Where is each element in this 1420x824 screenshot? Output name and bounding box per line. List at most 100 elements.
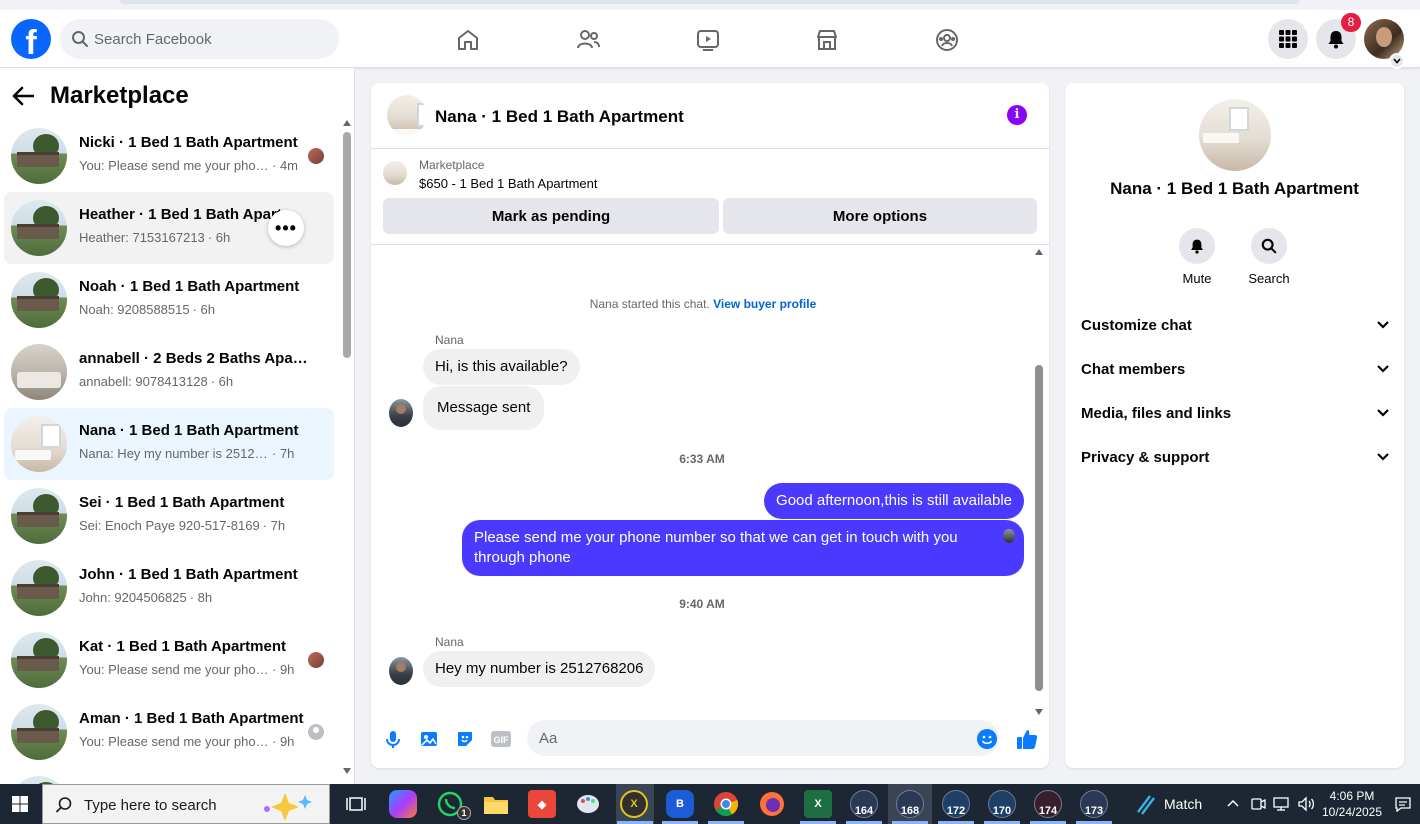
details-section-row[interactable]: Customize chat: [1081, 305, 1390, 345]
facebook-logo[interactable]: f: [11, 19, 51, 59]
listing-thumbnail[interactable]: [383, 161, 407, 185]
conversation-row[interactable]: Sei · 1 Bed 1 Bath Apartment Sei: Enoch P…: [4, 480, 334, 552]
video-icon: [697, 30, 719, 51]
volume-icon[interactable]: [1297, 796, 1315, 812]
excel-app[interactable]: X: [804, 790, 832, 818]
conversation-row[interactable]: Aman · 1 Bed 1 Bath Apartment You: Please…: [4, 696, 334, 768]
info-icon[interactable]: i: [1007, 105, 1027, 125]
cricket-app[interactable]: [1132, 790, 1160, 818]
chrome-app[interactable]: [712, 790, 740, 818]
more-options-button[interactable]: More options: [723, 198, 1037, 234]
listing-thumbnail: [11, 344, 67, 400]
seen-avatar: [308, 652, 324, 668]
voice-clip-button[interactable]: [381, 727, 405, 751]
paint-app[interactable]: [574, 790, 602, 818]
listing-bar: Marketplace $650 - 1 Bed 1 Bath Apartmen…: [371, 149, 1049, 245]
conversation-title: John · 1 Bed 1 Bath Apartment: [79, 566, 298, 583]
conversation-row[interactable]: annabell · 2 Beds 2 Baths Apart... annabe…: [4, 336, 334, 408]
score-app[interactable]: 173: [1080, 790, 1108, 818]
conversation-row[interactable]: Nicki · 1 Bed 1 Bath Apartment You: Pleas…: [4, 120, 334, 192]
details-section-row[interactable]: Media, files and links: [1081, 393, 1390, 433]
chat-scrollbar[interactable]: [1033, 249, 1045, 715]
copilot-app[interactable]: [389, 790, 417, 818]
incoming-message[interactable]: Message sent: [423, 386, 545, 430]
start-button[interactable]: [0, 784, 40, 824]
anydesk-app[interactable]: ◆: [528, 790, 556, 818]
sender-avatar[interactable]: [389, 657, 413, 685]
search-icon: [72, 31, 88, 47]
whatsapp-badge: 1: [457, 806, 471, 820]
sender-avatar[interactable]: [389, 399, 413, 427]
score-app[interactable]: 170: [988, 790, 1016, 818]
like-button[interactable]: [1015, 727, 1039, 751]
scroll-up-arrow[interactable]: [343, 120, 351, 126]
conversation-row[interactable]: Nana · 1 Bed 1 Bath Apartment Nana: Hey m…: [4, 408, 334, 480]
back-arrow-icon[interactable]: [12, 86, 34, 106]
outgoing-message[interactable]: Please send me your phone number so that…: [462, 520, 1024, 576]
tray-chevron-up-icon[interactable]: [1226, 798, 1240, 808]
scroll-up-arrow[interactable]: [1035, 249, 1043, 255]
view-buyer-profile-link[interactable]: View buyer profile: [713, 297, 816, 311]
details-avatar[interactable]: [1199, 99, 1271, 171]
conversation-title: Kat · 1 Bed 1 Bath Apartment: [79, 638, 286, 655]
home-nav-button[interactable]: [446, 18, 490, 62]
score-app[interactable]: 174: [1034, 790, 1062, 818]
xbox-app[interactable]: X: [620, 790, 648, 818]
conversation-row[interactable]: Allison · 1 Bed 1 Bath Apartment: [4, 768, 334, 784]
meet-now-icon[interactable]: [1250, 795, 1266, 813]
conversation-row[interactable]: Kat · 1 Bed 1 Bath Apartment You: Please …: [4, 624, 334, 696]
taskbar-search[interactable]: Type here to search: [42, 784, 330, 824]
firefox-app[interactable]: [758, 790, 786, 818]
search-input[interactable]: [94, 19, 334, 59]
chevron-down-icon: [1393, 58, 1401, 64]
scroll-down-arrow[interactable]: [343, 768, 351, 774]
file-explorer-app[interactable]: [482, 790, 510, 818]
friends-nav-button[interactable]: [566, 18, 610, 62]
sidebar-scrollbar[interactable]: [340, 118, 351, 778]
groups-nav-button[interactable]: [925, 18, 969, 62]
chat-avatar[interactable]: [387, 95, 427, 135]
score-app[interactable]: 164: [850, 790, 878, 818]
score-app[interactable]: 168: [896, 790, 924, 818]
menu-button[interactable]: [1268, 19, 1308, 59]
more-icon[interactable]: •••: [268, 210, 304, 246]
bitwarden-app[interactable]: B: [666, 790, 694, 818]
incoming-message[interactable]: Hey my number is 2512768206: [423, 651, 656, 687]
listing-thumbnail: [11, 200, 67, 256]
chat-title[interactable]: Nana · 1 Bed 1 Bath Apartment: [435, 107, 684, 127]
conversation-row[interactable]: Heather · 1 Bed 1 Bath Apartment Heather:…: [4, 192, 334, 264]
conversation-snippet: annabell: 9078413128: [79, 374, 208, 389]
conversation-snippet: Sei: Enoch Paye 920-517-8169: [79, 518, 260, 533]
video-nav-button[interactable]: [686, 18, 730, 62]
mute-action[interactable]: Mute: [1167, 228, 1227, 286]
match-label[interactable]: Match: [1164, 796, 1202, 812]
system-clock[interactable]: 4:06 PM 10/24/2025: [1316, 788, 1388, 820]
network-icon[interactable]: [1273, 796, 1291, 812]
details-section-row[interactable]: Privacy & support: [1081, 437, 1390, 477]
marketplace-nav-button[interactable]: [805, 18, 849, 62]
thumbs-up-icon: [1017, 730, 1038, 749]
outgoing-message[interactable]: Good afternoon,this is still available: [764, 483, 1024, 519]
emoji-button[interactable]: [975, 727, 999, 751]
incoming-message[interactable]: Hi, is this available?: [423, 349, 580, 385]
notification-center-icon[interactable]: [1394, 796, 1412, 812]
conversation-time: · 9h: [272, 662, 295, 677]
conversation-preview: Noah: 9208588515 · 6h: [79, 302, 305, 317]
conversation-row[interactable]: John · 1 Bed 1 Bath Apartment John: 92045…: [4, 552, 334, 624]
task-view-button[interactable]: [342, 790, 370, 818]
scrollbar-thumb[interactable]: [1035, 365, 1043, 691]
scrollbar-thumb[interactable]: [343, 132, 351, 358]
score-app[interactable]: 172: [942, 790, 970, 818]
attach-photo-button[interactable]: [417, 727, 441, 751]
message-input[interactable]: [527, 720, 999, 756]
conversation-row[interactable]: Noah · 1 Bed 1 Bath Apartment Noah: 92085…: [4, 264, 334, 336]
sticker-button[interactable]: [453, 727, 477, 751]
details-section-row[interactable]: Chat members: [1081, 349, 1390, 389]
search-box[interactable]: [60, 19, 339, 59]
account-chevron[interactable]: [1389, 53, 1405, 69]
search-action[interactable]: Search: [1239, 228, 1299, 286]
gif-button[interactable]: GIF: [489, 727, 513, 751]
notification-badge: 8: [1341, 13, 1361, 32]
folder-icon: [484, 797, 508, 814]
mark-as-pending-button[interactable]: Mark as pending: [383, 198, 719, 234]
